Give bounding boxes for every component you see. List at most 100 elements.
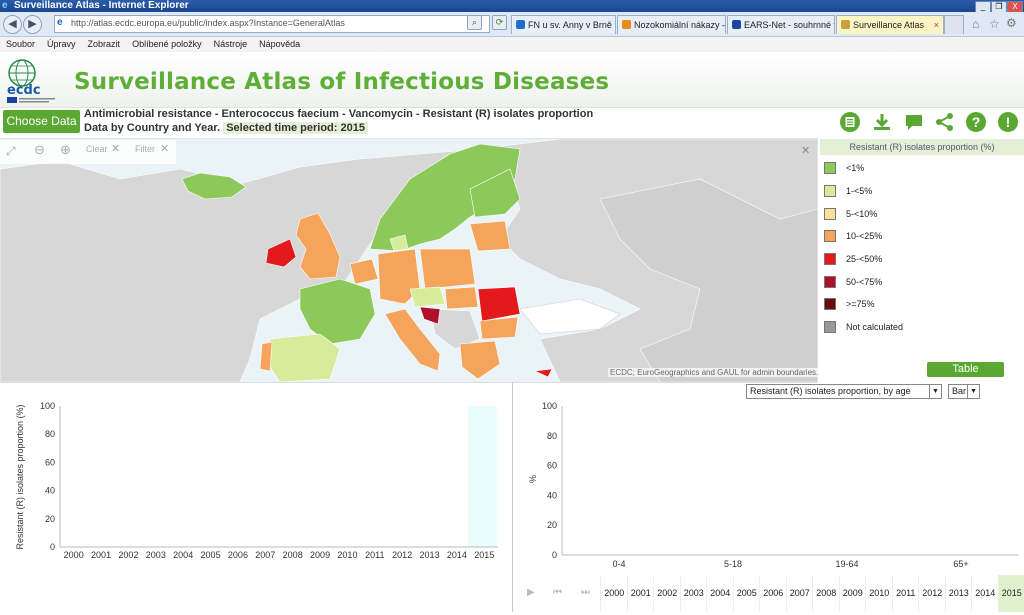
map-close-icon[interactable]: ✕ <box>801 144 810 157</box>
y-tick-label: 20 <box>45 514 55 524</box>
year-cell[interactable]: 2014 <box>971 575 999 612</box>
legend-label: 1-<5% <box>846 185 872 197</box>
tab-label: FN u sv. Anny v Brně ... <box>528 20 616 30</box>
year-cell[interactable]: 2007 <box>786 575 814 612</box>
x-tick-label: 2010 <box>337 550 357 560</box>
y-tick-label: 0 <box>552 550 557 560</box>
refresh-icon[interactable]: ⟳ <box>492 15 507 30</box>
measure-dropdown[interactable]: Resistant (R) isolates proportion, by ag… <box>746 384 942 399</box>
x-tick-label: 2009 <box>310 550 330 560</box>
legend-label: <1% <box>846 162 864 174</box>
new-tab-button[interactable] <box>944 15 964 34</box>
y-tick-label: 100 <box>542 401 557 411</box>
tab-fn-brno[interactable]: FN u sv. Anny v Brně ... <box>511 15 616 34</box>
play-icon[interactable]: ▶ <box>527 587 535 598</box>
book-icon[interactable] <box>840 112 860 132</box>
search-icon[interactable]: ⌕ <box>467 15 482 30</box>
svg-text:?: ? <box>972 114 981 130</box>
menu-nastroje[interactable]: Nástroje <box>208 37 254 52</box>
x-tick-label: 2002 <box>118 550 138 560</box>
region-austria[interactable] <box>410 287 445 307</box>
menu-oblibene[interactable]: Oblíbené položky <box>126 37 208 52</box>
tab-nozokomialni[interactable]: Nozokomiální nákazy –... <box>617 15 726 34</box>
map-canvas <box>0 139 818 382</box>
forward-icon[interactable]: ▶ <box>23 15 42 34</box>
year-cell[interactable]: 2009 <box>839 575 867 612</box>
tab-label: Nozokomiální nákazy –... <box>634 20 726 30</box>
legend-label: 10-<25% <box>846 230 882 242</box>
region-bulgaria[interactable] <box>480 317 518 339</box>
year-cell[interactable]: 2012 <box>918 575 946 612</box>
x-tick-label: 2012 <box>392 550 412 560</box>
url-field[interactable]: e http://atlas.ecdc.europa.eu/public/ind… <box>54 15 490 33</box>
region-portugal[interactable] <box>260 342 272 371</box>
favorites-star-icon[interactable]: ☆ <box>989 17 1000 31</box>
tab-close-icon[interactable]: × <box>934 16 939 34</box>
clear-x-icon[interactable]: ✕ <box>111 142 120 155</box>
year-cell[interactable]: 2015 <box>998 575 1024 612</box>
legend-label: 25-<50% <box>846 253 882 265</box>
time-trend-svg: 100806040200 200020012002200320042005200… <box>0 382 512 612</box>
year-cell[interactable]: 2011 <box>892 575 920 612</box>
comment-icon[interactable] <box>904 112 924 132</box>
fullscreen-icon[interactable]: ⤢ <box>6 144 16 159</box>
menu-soubor[interactable]: Soubor <box>0 37 41 52</box>
download-icon[interactable] <box>872 112 892 132</box>
year-cell[interactable]: 2005 <box>733 575 761 612</box>
filter-x-icon[interactable]: ✕ <box>160 142 169 155</box>
step-back-icon[interactable]: ⏮ <box>553 587 562 598</box>
y-tick-label: 20 <box>547 520 557 530</box>
year-cell[interactable]: 2006 <box>759 575 787 612</box>
chart-type-value: Bar <box>952 386 966 396</box>
back-icon[interactable]: ◀ <box>3 15 22 34</box>
logo-text: ecdc <box>7 83 41 98</box>
y-tick-label: 80 <box>45 429 55 439</box>
chart-type-dropdown[interactable]: Bar ▼ <box>948 384 980 399</box>
table-button[interactable]: Table <box>927 362 1004 377</box>
ie-logo-icon: e <box>2 1 12 11</box>
year-cell[interactable]: 2010 <box>865 575 893 612</box>
window-title-bar: e Surveillance Atlas - Internet Explorer… <box>0 0 1024 12</box>
menu-zobrazit[interactable]: Zobrazit <box>82 37 127 52</box>
choose-data-button[interactable]: Choose Data <box>3 110 80 133</box>
year-cell[interactable]: 2004 <box>706 575 734 612</box>
info-icon[interactable]: ! <box>998 112 1018 132</box>
y-tick-label: 60 <box>45 457 55 467</box>
step-forward-icon[interactable]: ⏭ <box>581 587 590 598</box>
tab-label: EARS-Net - souhrnné v... <box>744 20 835 30</box>
tools-gear-icon[interactable]: ⚙ <box>1006 16 1017 30</box>
region-spain[interactable] <box>268 334 340 382</box>
highlight-year-band <box>468 406 497 547</box>
clear-button[interactable]: Clear <box>86 144 108 154</box>
legend-swatch <box>824 208 836 220</box>
region-hungary[interactable] <box>445 287 478 309</box>
y-tick-label: 80 <box>547 431 557 441</box>
legend-panel: Resistant (R) isolates proportion (%) <1… <box>820 138 1024 381</box>
help-icon[interactable]: ? <box>966 112 986 132</box>
dataset-sub-text: Data by Country and Year. <box>84 122 220 134</box>
tab-surveillance-atlas[interactable]: Surveillance Atlas × <box>836 15 944 34</box>
zoom-in-icon[interactable]: ⊕ <box>60 142 71 158</box>
region-poland[interactable] <box>420 249 475 289</box>
share-icon[interactable] <box>935 112 955 132</box>
year-cell[interactable]: 2008 <box>812 575 840 612</box>
tab-favicon <box>841 20 850 29</box>
dataset-subtitle: Data by Country and Year. Selected time … <box>84 122 368 134</box>
x-tick-label: 2003 <box>146 550 166 560</box>
year-cell[interactable]: 2001 <box>627 575 655 612</box>
menu-upravy[interactable]: Úpravy <box>41 37 82 52</box>
home-icon[interactable]: ⌂ <box>972 17 979 31</box>
svg-text:!: ! <box>1006 114 1011 130</box>
year-cell[interactable]: 2013 <box>945 575 973 612</box>
menu-napoveda[interactable]: Nápověda <box>253 37 306 52</box>
tab-ears-net[interactable]: EARS-Net - souhrnné v... <box>727 15 835 34</box>
year-cell[interactable]: 2000 <box>600 575 628 612</box>
y-tick-label: 40 <box>45 486 55 496</box>
year-cell[interactable]: 2003 <box>680 575 708 612</box>
zoom-out-icon[interactable]: ⊖ <box>34 142 45 158</box>
europe-map[interactable] <box>0 138 818 383</box>
year-cell[interactable]: 2002 <box>653 575 681 612</box>
address-bar-row: ◀ ▶ e http://atlas.ecdc.europa.eu/public… <box>0 12 1024 37</box>
filter-button[interactable]: Filter <box>135 144 155 154</box>
site-header: ecdc Surveillance Atlas of Infectious Di… <box>0 52 1024 108</box>
